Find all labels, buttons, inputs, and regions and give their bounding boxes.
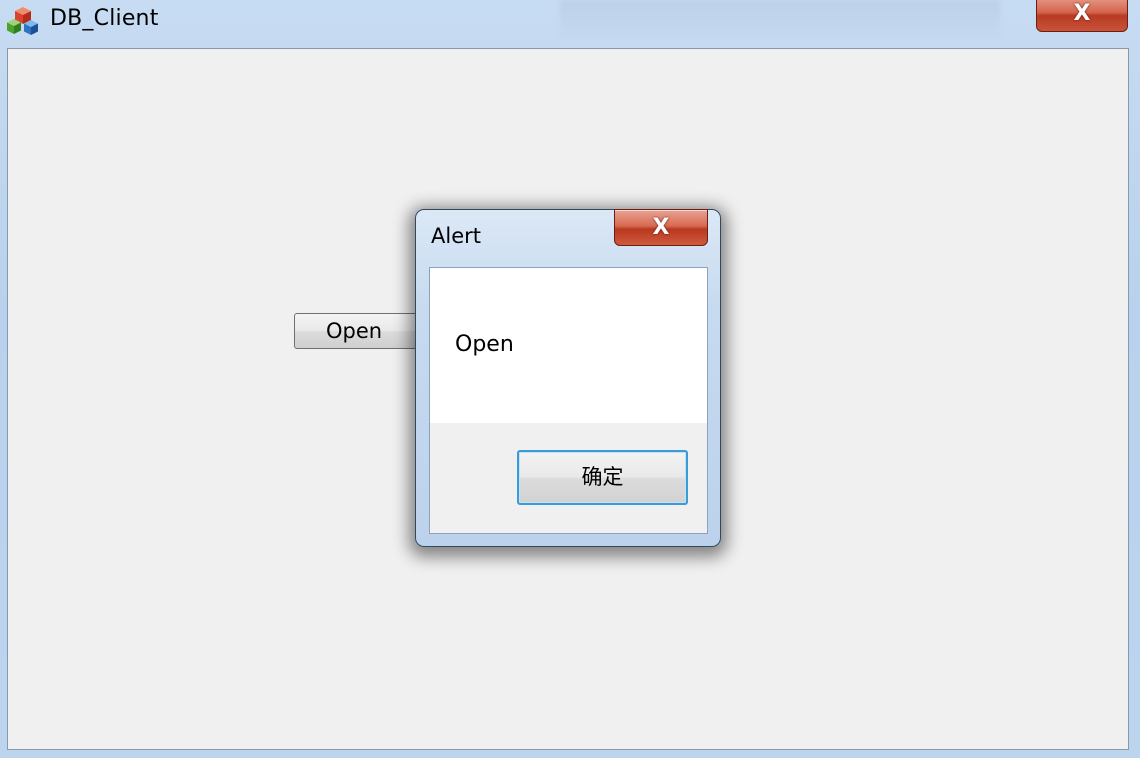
- alert-close-button[interactable]: X: [614, 209, 708, 246]
- alert-dialog-title: Alert: [431, 224, 481, 248]
- app-cubes-icon: [7, 5, 39, 37]
- window-close-button[interactable]: X: [1036, 0, 1128, 32]
- alert-message-area: Open: [430, 268, 707, 423]
- close-icon: X: [1073, 1, 1091, 26]
- window-title-bar[interactable]: DB_Client X: [0, 0, 1140, 44]
- alert-message-text: Open: [455, 332, 514, 357]
- alert-ok-button[interactable]: 确定: [517, 450, 688, 505]
- alert-dialog: Alert X Open 确定: [415, 209, 721, 547]
- close-icon: X: [652, 214, 670, 240]
- window-title: DB_Client: [50, 6, 159, 31]
- alert-dialog-body: Open 确定: [429, 267, 708, 534]
